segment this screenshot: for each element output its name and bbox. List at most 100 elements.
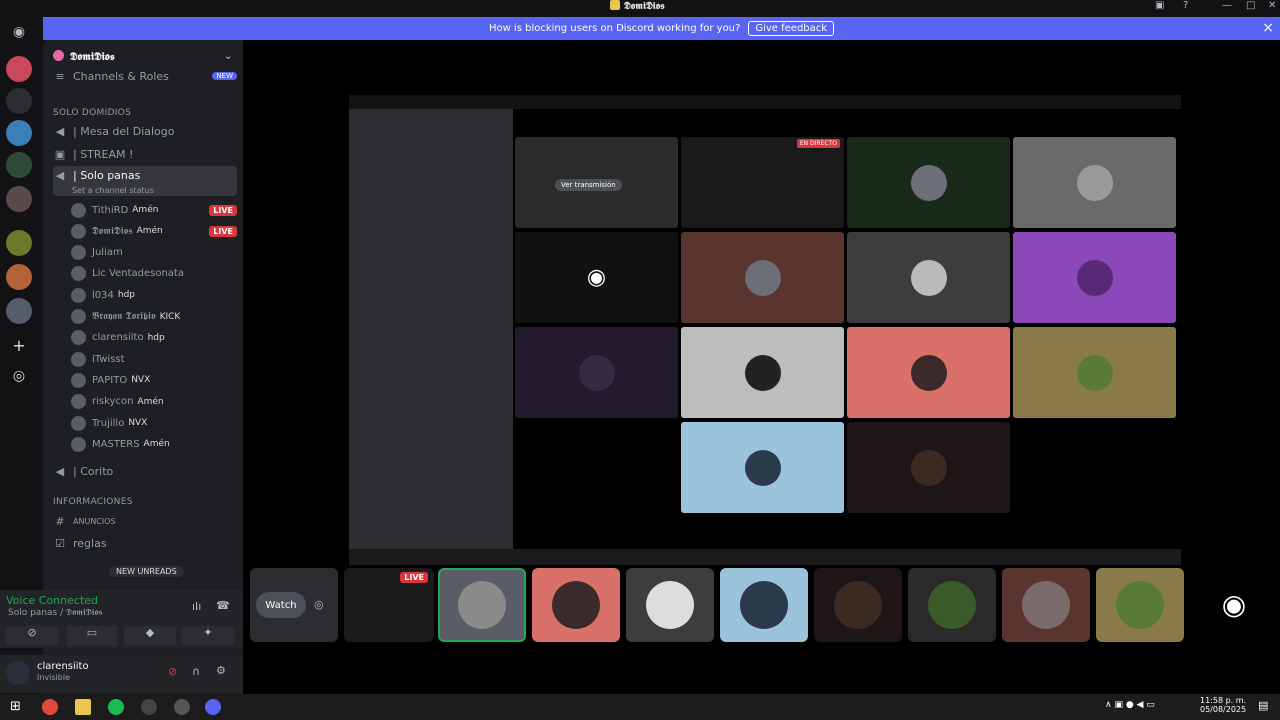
- server-folder-icon[interactable]: [6, 230, 32, 256]
- voice-user[interactable]: Juliam: [71, 243, 237, 263]
- spotify-icon[interactable]: [108, 699, 124, 715]
- user-name: l034: [92, 289, 114, 301]
- server-icon[interactable]: [6, 88, 32, 114]
- clock[interactable]: 11:58 p. m. 05/08/2025: [1200, 696, 1246, 714]
- voice-user[interactable]: Lic Ventadesonata: [71, 264, 237, 284]
- participant-tile[interactable]: [1096, 568, 1184, 642]
- voice-user[interactable]: PAPITO NVX: [71, 370, 237, 390]
- category-solo-domidios[interactable]: SOLO DOMIDIOS: [53, 103, 237, 123]
- watch-stream-button[interactable]: Ver transmisión: [555, 179, 622, 191]
- stream-tile[interactable]: Ver transmisión: [515, 137, 678, 228]
- noise-icon[interactable]: ıIı: [192, 600, 201, 613]
- activity-icon[interactable]: ◆: [124, 626, 176, 646]
- category-informaciones[interactable]: INFORMACIONES: [53, 492, 237, 512]
- watch-button[interactable]: Watch: [256, 592, 306, 618]
- channel-status[interactable]: Set a channel status: [72, 186, 154, 195]
- voice-channel-name[interactable]: Solo panas / 𝕯𝖔𝖒𝖎𝕯𝖎𝖔𝖘: [8, 608, 103, 618]
- chrome-icon[interactable]: [42, 699, 58, 715]
- participant-tile[interactable]: [681, 422, 844, 513]
- server-icon[interactable]: [6, 152, 32, 178]
- explorer-icon[interactable]: [75, 699, 91, 715]
- server-folder-icon[interactable]: [6, 298, 32, 324]
- notification-icon[interactable]: ▤: [1258, 699, 1268, 712]
- server-icon[interactable]: [6, 120, 32, 146]
- voice-user[interactable]: MASTERS Amén: [71, 434, 237, 454]
- headphones-icon[interactable]: ∩: [192, 665, 200, 678]
- participant-tile[interactable]: [438, 568, 526, 642]
- avatar: [1116, 581, 1164, 629]
- voice-user[interactable]: 𝕯𝖔𝖒𝖎𝕯𝖎𝖔𝖘 Amén LIVE: [71, 221, 237, 241]
- participant-tile[interactable]: [1002, 568, 1090, 642]
- windows-start-icon[interactable]: ⊞: [10, 699, 21, 714]
- voice-user[interactable]: clarensiito hdp: [71, 328, 237, 348]
- voice-channel-corito[interactable]: ◀ | Corito: [53, 461, 237, 481]
- inner-title-bar: [349, 95, 1181, 109]
- server-name[interactable]: 𝕯𝖔𝖒𝖎𝕯𝖎𝖔𝖘: [53, 50, 115, 64]
- mic-muted-icon[interactable]: ⊘: [168, 665, 177, 678]
- server-icon[interactable]: [6, 56, 32, 82]
- participant-tile[interactable]: [1013, 232, 1176, 323]
- participant-tile[interactable]: [1013, 327, 1176, 418]
- participant-tile[interactable]: [532, 568, 620, 642]
- voice-user[interactable]: Trujillo NVX: [71, 413, 237, 433]
- voice-user[interactable]: TithiRD Amén LIVE: [71, 200, 237, 220]
- close-window-button[interactable]: ✕: [1268, 0, 1276, 11]
- discord-logo-icon[interactable]: ◉: [1190, 568, 1278, 642]
- discord-taskbar-icon[interactable]: [205, 699, 221, 715]
- gear-icon[interactable]: ⚙: [216, 664, 226, 677]
- disconnect-icon[interactable]: ☎: [216, 599, 230, 612]
- avatar: [1076, 354, 1113, 391]
- avatar[interactable]: [6, 661, 30, 685]
- inbox-icon[interactable]: ▣: [1155, 0, 1164, 11]
- discover-icon[interactable]: ◎: [6, 368, 32, 394]
- voice-status[interactable]: Voice Connected: [6, 594, 98, 607]
- text-channel-anuncios[interactable]: # ANUNCIOS: [53, 511, 237, 531]
- voice-channel-mesa[interactable]: ◀ | Mesa del Dialogo: [53, 121, 237, 141]
- camera-off-icon[interactable]: ⊘: [6, 626, 58, 646]
- give-feedback-button[interactable]: Give feedback: [748, 21, 835, 36]
- tray-icons[interactable]: ∧ ▣ ● ◀ ▭: [1105, 700, 1155, 710]
- voice-user[interactable]: iTwisst: [71, 349, 237, 369]
- participant-tile[interactable]: [1013, 137, 1176, 228]
- voice-user[interactable]: l034 hdp: [71, 285, 237, 305]
- title-bar: 𝕯𝖔𝖒𝖎𝕯𝖎𝖔𝖘 ▣ ? — □ ✕: [0, 0, 1280, 14]
- participant-tile[interactable]: [626, 568, 714, 642]
- stream-tile[interactable]: LIVE: [344, 568, 434, 642]
- stream-content[interactable]: Ver transmisión EN DIRECTO ◉: [349, 95, 1181, 565]
- participant-tile[interactable]: [847, 422, 1010, 513]
- chevron-down-icon[interactable]: ⌄: [224, 49, 233, 62]
- voice-user[interactable]: 𝕭𝖗𝖆𝖞𝖆𝖓 𝕿𝖔𝖗𝖎𝖇𝖎𝖔 KICK: [71, 307, 237, 327]
- channels-roles-item[interactable]: ≡ Channels & Roles NEW: [53, 66, 237, 86]
- participant-tile[interactable]: [847, 137, 1010, 228]
- participant-tile[interactable]: [681, 327, 844, 418]
- avatar: [552, 581, 600, 629]
- stream-tile[interactable]: EN DIRECTO: [681, 137, 844, 228]
- close-banner-icon[interactable]: ×: [1262, 20, 1274, 36]
- voice-user[interactable]: riskycon Amén: [71, 392, 237, 412]
- discord-home-icon[interactable]: ◉: [6, 24, 32, 50]
- voice-channel-stream[interactable]: ▣ | STREAM !: [53, 144, 237, 164]
- text-channel-reglas[interactable]: ☑ reglas: [53, 533, 237, 553]
- participant-tile[interactable]: [814, 568, 902, 642]
- participant-tile[interactable]: [515, 327, 678, 418]
- participant-tile[interactable]: [681, 232, 844, 323]
- add-server-icon[interactable]: +: [6, 336, 32, 362]
- minimize-button[interactable]: —: [1222, 0, 1232, 11]
- participant-tile[interactable]: ◉: [515, 232, 678, 323]
- participant-tile[interactable]: [847, 232, 1010, 323]
- username[interactable]: clarensiito: [37, 661, 89, 672]
- screen-share-icon[interactable]: ▭: [66, 626, 118, 646]
- participant-tile[interactable]: [720, 568, 808, 642]
- server-icon[interactable]: [6, 264, 32, 290]
- participant-tile[interactable]: [847, 327, 1010, 418]
- watch-together-icon[interactable]: ◎: [314, 598, 324, 611]
- app-icon[interactable]: [174, 699, 190, 715]
- banner-text: How is blocking users on Discord working…: [488, 23, 741, 34]
- app-icon[interactable]: [141, 699, 157, 715]
- soundboard-icon[interactable]: ✦: [182, 626, 234, 646]
- help-icon[interactable]: ?: [1183, 0, 1188, 11]
- server-folder-icon[interactable]: [6, 186, 32, 212]
- maximize-button[interactable]: □: [1246, 0, 1255, 11]
- new-unreads-pill[interactable]: NEW UNREADS: [109, 566, 184, 577]
- participant-tile[interactable]: [908, 568, 996, 642]
